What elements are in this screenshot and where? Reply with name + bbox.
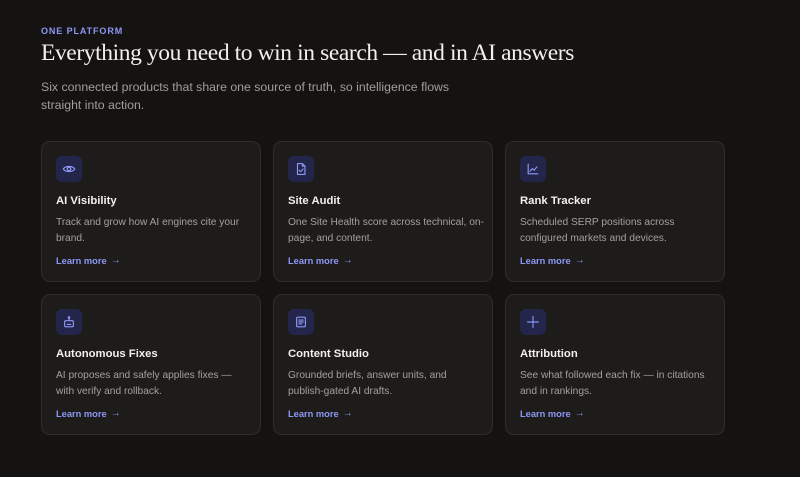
- line-chart-icon: [520, 156, 546, 182]
- card-description: AI proposes and safely applies fixes — w…: [56, 370, 232, 397]
- product-card-attribution: Attribution See what followed each fix —…: [505, 294, 725, 435]
- platform-section: ONE PLATFORM Everything you need to win …: [0, 0, 800, 477]
- arrow-right-icon: →: [110, 408, 121, 419]
- eye-icon: [56, 156, 82, 182]
- product-grid: AI Visibility Track and grow how AI engi…: [41, 141, 725, 435]
- arrow-right-icon: →: [342, 255, 353, 266]
- learn-more-link-attribution[interactable]: Learn more →: [520, 408, 585, 420]
- section-subhead: Six connected products that share one so…: [41, 80, 450, 112]
- card-title: AI Visibility: [56, 195, 117, 207]
- learn-more-label: Learn more: [288, 256, 339, 266]
- learn-more-label: Learn more: [520, 256, 571, 266]
- arrow-right-icon: →: [342, 408, 353, 419]
- learn-more-link-site-audit[interactable]: Learn more →: [288, 255, 353, 267]
- card-description: Grounded briefs, answer units, and publi…: [288, 370, 447, 397]
- product-card-rank-tracker: Rank Tracker Scheduled SERP positions ac…: [505, 141, 725, 282]
- file-check-icon: [288, 156, 314, 182]
- product-card-ai-visibility: AI Visibility Track and grow how AI engi…: [41, 141, 261, 282]
- card-title: Autonomous Fixes: [56, 348, 158, 360]
- section-headline: Everything you need to win in search — a…: [41, 40, 574, 66]
- learn-more-link-autonomous-fixes[interactable]: Learn more →: [56, 408, 121, 420]
- card-description: See what followed each fix — in citation…: [520, 370, 705, 397]
- learn-more-label: Learn more: [520, 409, 571, 419]
- arrow-right-icon: →: [574, 408, 585, 419]
- document-icon: [288, 309, 314, 335]
- robot-icon: [56, 309, 82, 335]
- crosshair-icon: [520, 309, 546, 335]
- card-description: One Site Health score across technical, …: [288, 217, 484, 244]
- product-card-site-audit: Site Audit One Site Health score across …: [273, 141, 493, 282]
- card-description: Track and grow how AI engines cite your …: [56, 217, 240, 244]
- learn-more-label: Learn more: [288, 409, 339, 419]
- card-title: Rank Tracker: [520, 195, 591, 207]
- learn-more-link-ai-visibility[interactable]: Learn more →: [56, 255, 121, 267]
- card-description: Scheduled SERP positions across configur…: [520, 217, 675, 244]
- card-title: Content Studio: [288, 348, 369, 360]
- arrow-right-icon: →: [574, 255, 585, 266]
- learn-more-link-rank-tracker[interactable]: Learn more →: [520, 255, 585, 267]
- product-card-autonomous-fixes: Autonomous Fixes AI proposes and safely …: [41, 294, 261, 435]
- learn-more-label: Learn more: [56, 409, 107, 419]
- card-title: Site Audit: [288, 195, 341, 207]
- arrow-right-icon: →: [110, 255, 121, 266]
- section-eyebrow: ONE PLATFORM: [41, 26, 124, 36]
- card-title: Attribution: [520, 348, 578, 360]
- learn-more-label: Learn more: [56, 256, 107, 266]
- product-card-content-studio: Content Studio Grounded briefs, answer u…: [273, 294, 493, 435]
- learn-more-link-content-studio[interactable]: Learn more →: [288, 408, 353, 420]
